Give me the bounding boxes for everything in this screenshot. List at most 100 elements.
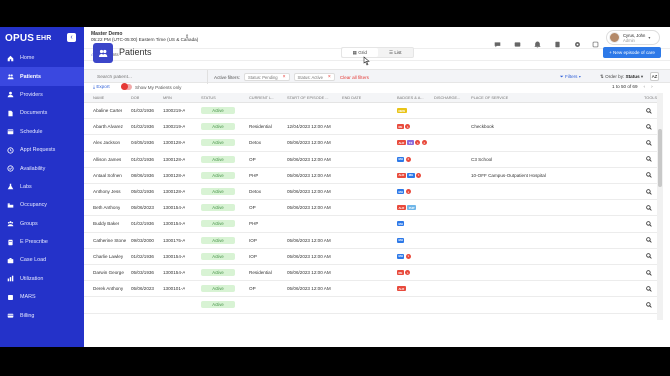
column-header[interactable]: END DATE	[342, 93, 361, 102]
patient-name[interactable]: Beth Anthony	[93, 200, 120, 215]
program-badge[interactable]: ALR	[397, 140, 406, 146]
program-badge[interactable]: ALR	[397, 205, 406, 211]
sidebar-item-case-load[interactable]: Case Load	[0, 251, 84, 269]
view-patient-button[interactable]	[646, 281, 652, 296]
sidebar-item-billing[interactable]: Billing	[0, 306, 84, 324]
patient-name[interactable]: Abaline Carter	[93, 103, 122, 118]
messages-icon[interactable]	[514, 35, 521, 47]
program-badge[interactable]: MH	[407, 172, 415, 178]
search-input[interactable]	[97, 72, 202, 82]
notifications-icon[interactable]	[534, 35, 541, 48]
sidebar-item-appt-requests[interactable]: Appt Requests	[0, 141, 84, 159]
grid-view-button[interactable]: ▦ Grid	[342, 48, 378, 57]
clear-filters-link[interactable]: Clear all filters	[340, 75, 369, 80]
patient-name[interactable]: Abarth Alvarez	[93, 119, 123, 134]
help-icon[interactable]	[592, 35, 599, 48]
view-patient-button[interactable]	[646, 297, 652, 312]
tasks-icon[interactable]	[554, 35, 561, 48]
alert-count-badge[interactable]: 1	[415, 140, 421, 146]
program-badge[interactable]: ALR	[397, 286, 406, 292]
prev-page-icon[interactable]: ‹	[644, 84, 646, 89]
table-scrollbar[interactable]	[657, 93, 663, 320]
column-header[interactable]: DOB	[131, 93, 139, 102]
patient-name[interactable]: Alex Jackson	[93, 135, 120, 150]
view-patient-button[interactable]	[646, 184, 652, 199]
table-row[interactable]: Catherine Stone 09/03/2000 13001?5-A IOP 05/…	[84, 233, 657, 249]
chat-icon[interactable]	[494, 35, 501, 48]
column-header[interactable]: NAME	[93, 93, 104, 102]
table-row[interactable]: Allison James 01/02/1936 1300128-A OP 05/06/…	[84, 152, 657, 168]
org-chevron-icon[interactable]: ⇕	[185, 34, 189, 40]
collapse-sidebar-icon[interactable]: ‹	[67, 33, 76, 42]
view-patient-button[interactable]	[646, 135, 652, 150]
column-header[interactable]: MRN	[163, 93, 172, 102]
view-patient-button[interactable]	[646, 216, 652, 231]
table-row[interactable]: Alex Jackson 04/05/1936 1300128-A Detox 05/0…	[84, 135, 657, 152]
table-row[interactable]: Derek Anthony 05/06/2023 1300101-A OP 05/06/…	[84, 281, 657, 298]
program-badge[interactable]: MH	[397, 237, 405, 243]
table-row[interactable]: Abaline Carter 01/02/1936 1300219-A Active N…	[84, 103, 657, 120]
view-patient-button[interactable]	[646, 119, 652, 134]
table-row[interactable]: Antaal Sofnen 08/06/1936 1300128-A PHP 05/06…	[84, 168, 657, 184]
table-row[interactable]: Darwin George 05/03/1936 1300154-A Resident…	[84, 265, 657, 282]
patient-name[interactable]: Catherine Stone	[93, 233, 126, 248]
program-badge[interactable]: ALR	[397, 172, 406, 178]
table-row[interactable]: Buddy Baker 01/02/1936 1300154-A PHP Active M…	[84, 216, 657, 233]
alert-count-badge[interactable]: 1	[405, 253, 411, 259]
view-patient-button[interactable]	[646, 168, 652, 183]
alert-count-badge[interactable]: 1	[416, 172, 422, 178]
sort-direction-button[interactable]: AZ	[650, 72, 659, 81]
patient-name[interactable]: Derek Anthony	[93, 281, 123, 296]
program-badge[interactable]: MH	[397, 189, 405, 195]
table-row[interactable]: Active	[84, 297, 657, 314]
sidebar-item-occupancy[interactable]: Occupancy	[0, 196, 84, 214]
program-badge[interactable]: NEW	[397, 108, 407, 114]
view-patient-button[interactable]	[646, 249, 652, 264]
patient-name[interactable]: Charlie Lawley	[93, 249, 123, 264]
user-menu[interactable]: Cyrus, John Admin ▾	[606, 30, 660, 45]
next-page-icon[interactable]: ›	[651, 84, 653, 89]
patient-name[interactable]: Anthony Jess	[93, 184, 121, 199]
sidebar-item-documents[interactable]: Documents	[0, 104, 84, 122]
table-row[interactable]: Charlie Lawley 01/02/1936 1300154-A IOP 05/0…	[84, 249, 657, 265]
remove-filter-icon[interactable]: ×	[283, 74, 286, 80]
column-header[interactable]: STATUS	[201, 93, 216, 102]
sidebar-item-groups[interactable]: Groups	[0, 215, 84, 233]
alert-count-badge[interactable]: 1	[405, 270, 411, 276]
order-by-select[interactable]: ⇅ Order by: Status ▾	[600, 74, 643, 80]
org-selector[interactable]: Master Demo 05:22 PM (UTC-05:00) Eastern…	[91, 31, 198, 43]
alert-count-badge[interactable]: 2	[421, 140, 427, 146]
sidebar-item-mars[interactable]: MARS	[0, 288, 84, 306]
new-episode-button[interactable]: + New episode of care	[603, 47, 661, 58]
view-patient-button[interactable]	[646, 233, 652, 248]
list-view-button[interactable]: ☰ List	[378, 48, 414, 57]
sidebar-item-schedule[interactable]: Schedule	[0, 123, 84, 141]
program-badge[interactable]: MH	[397, 253, 405, 259]
patient-name[interactable]: Darwin George	[93, 265, 124, 280]
program-badge[interactable]: PHP	[407, 205, 417, 211]
program-badge[interactable]: RE	[397, 270, 404, 276]
sidebar-item-utilization[interactable]: Utilization	[0, 270, 84, 288]
patient-name[interactable]: Buddy Baker	[93, 216, 119, 231]
column-header[interactable]: CURRENT L...	[249, 93, 274, 102]
filter-chip-active[interactable]: Status: Active ×	[293, 73, 335, 81]
column-header[interactable]: PLACE OF SERVICE	[471, 93, 508, 102]
sidebar-item-labs[interactable]: Labs	[0, 178, 84, 196]
program-badge[interactable]: MH	[397, 221, 405, 227]
view-patient-button[interactable]	[646, 152, 652, 167]
program-badge[interactable]: MH	[397, 156, 405, 162]
view-patient-button[interactable]	[646, 265, 652, 280]
toggle-switch[interactable]	[121, 83, 132, 90]
alert-count-badge[interactable]: 1	[405, 189, 411, 195]
filters-button[interactable]: ⏷ Filters ▾	[560, 74, 581, 79]
patient-name[interactable]: Antaal Sofnen	[93, 168, 122, 183]
program-badge[interactable]: RE	[397, 124, 404, 130]
column-header[interactable]: START OF EPISODE ...	[287, 93, 329, 102]
settings-icon[interactable]	[574, 35, 581, 47]
scrollbar-thumb[interactable]	[658, 129, 662, 187]
sidebar-item-home[interactable]: Home	[0, 49, 84, 67]
sidebar-item-availability[interactable]: Availability	[0, 159, 84, 177]
export-button[interactable]: ⤓ Export	[93, 84, 110, 89]
sidebar-item-e-prescribe[interactable]: E Prescribe	[0, 233, 84, 251]
column-header[interactable]: DISCHARGE...	[434, 93, 460, 102]
